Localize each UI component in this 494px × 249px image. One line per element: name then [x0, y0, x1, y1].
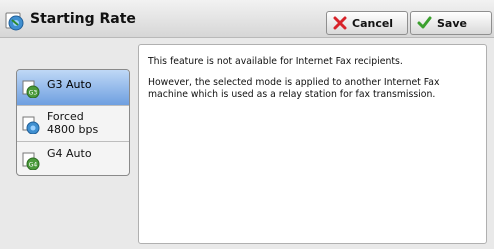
g4-badge-text: G4: [29, 162, 38, 169]
g4-fax-icon: G4: [22, 152, 40, 171]
starting-rate-icon: [4, 9, 26, 31]
starting-rate-screen: Starting Rate Cancel Save G3 G3 Auto For…: [0, 0, 494, 249]
option-forced-line1: Forced: [47, 110, 84, 123]
cancel-button[interactable]: Cancel: [326, 11, 408, 35]
save-button[interactable]: Save: [410, 11, 492, 35]
option-forced-line2: 4800 bps: [47, 123, 99, 136]
option-g3-auto-label: G3 Auto: [47, 78, 92, 91]
page-title: Starting Rate: [30, 11, 136, 27]
cancel-label: Cancel: [352, 16, 394, 30]
option-g4-auto[interactable]: G4 G4 Auto: [17, 142, 129, 175]
option-forced-4800[interactable]: Forced 4800 bps: [17, 106, 129, 142]
title-bar: Starting Rate Cancel Save: [0, 0, 494, 38]
option-g4-auto-label: G4 Auto: [47, 147, 92, 160]
save-label: Save: [437, 16, 467, 30]
option-forced-label: Forced 4800 bps: [47, 110, 98, 136]
option-g3-auto[interactable]: G3 G3 Auto: [17, 70, 129, 106]
save-check-icon: [417, 16, 432, 29]
g3-fax-icon: G3: [22, 80, 40, 99]
message-line-1: This feature is not available for Intern…: [148, 56, 403, 67]
g3-badge-text: G3: [29, 90, 38, 97]
starting-rate-options: G3 G3 Auto Forced 4800 bps G4 G4 Auto: [16, 69, 130, 176]
cancel-x-icon: [333, 16, 347, 30]
info-message-panel: This feature is not available for Intern…: [138, 44, 487, 244]
message-line-2: However, the selected mode is applied to…: [148, 76, 440, 101]
forced-fax-icon: [22, 116, 40, 135]
